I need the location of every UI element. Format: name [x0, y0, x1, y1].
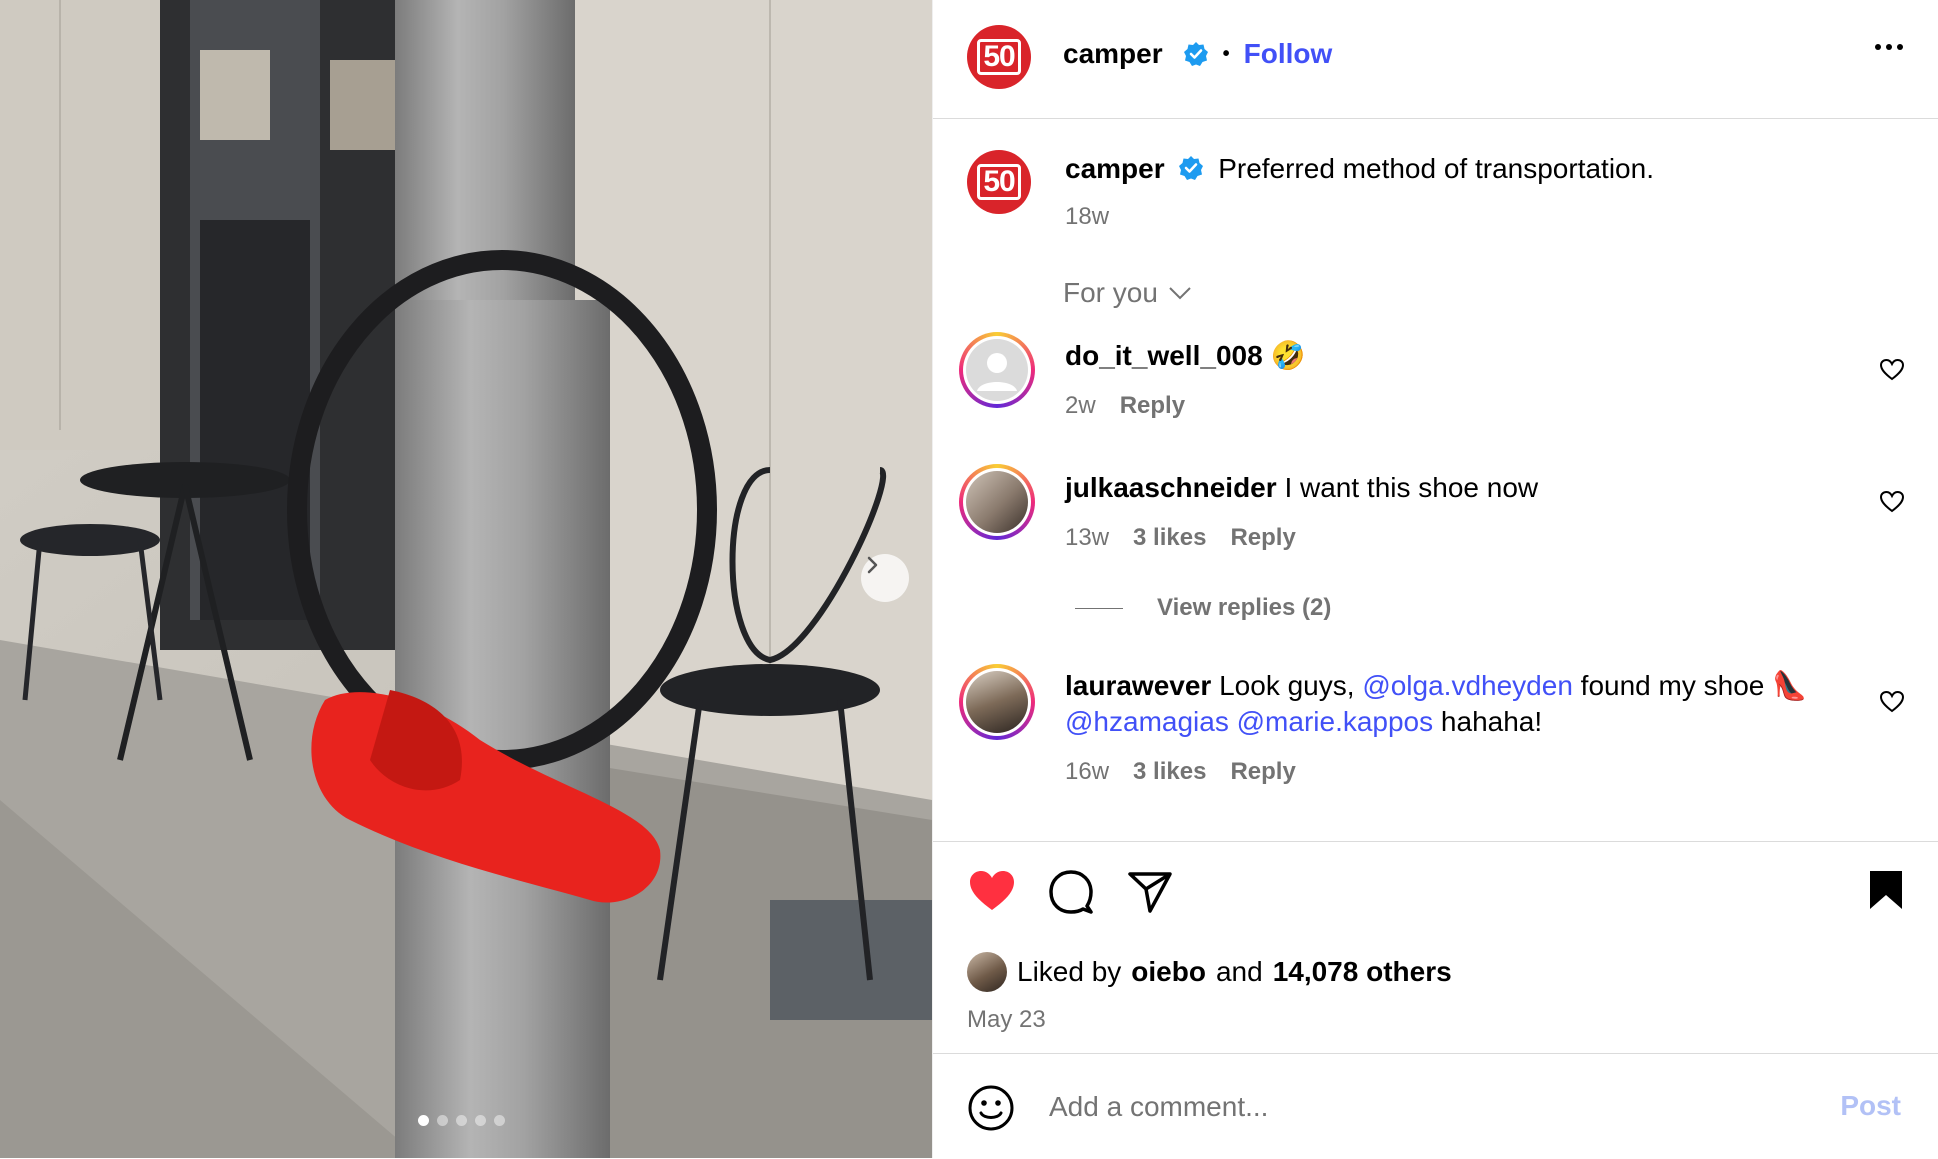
- likes-prefix: Liked by: [1017, 956, 1122, 987]
- reply-button[interactable]: Reply: [1230, 758, 1295, 786]
- add-comment-bar: Post: [933, 1053, 1938, 1159]
- commenter-avatar[interactable]: [959, 332, 1035, 408]
- comment-like-icon[interactable]: [1879, 358, 1905, 382]
- liker-avatar[interactable]: [967, 952, 1007, 992]
- mention-link[interactable]: @olga.vdheyden: [1362, 670, 1573, 701]
- avatar-logo-text: 50: [977, 39, 1021, 75]
- comment-like-icon[interactable]: [1879, 490, 1905, 514]
- save-bookmark-icon[interactable]: [1867, 868, 1905, 912]
- replies-divider: [1075, 607, 1123, 609]
- comment-like-icon[interactable]: [1879, 690, 1905, 714]
- comment-likes-count[interactable]: 3 likes: [1133, 524, 1206, 552]
- post-header: 50 camper • Follow: [933, 0, 1938, 119]
- emoji-icon[interactable]: [967, 1084, 1015, 1132]
- comment-time: 2w: [1065, 392, 1096, 419]
- verified-badge-icon: [1183, 42, 1208, 66]
- carousel-dot: [475, 1115, 486, 1126]
- separator-dot: •: [1222, 42, 1230, 65]
- post-comment-button[interactable]: Post: [1840, 1090, 1901, 1122]
- post-date: May 23: [967, 1006, 1046, 1033]
- comment-sort-dropdown[interactable]: For you: [1063, 277, 1192, 309]
- comment-text: hahaha!: [1440, 706, 1543, 737]
- comment-text: I want this shoe now: [1284, 472, 1539, 503]
- author-avatar[interactable]: 50: [967, 25, 1031, 89]
- view-replies-button[interactable]: View replies (2): [1075, 594, 1331, 622]
- comment-text: Look guys,: [1219, 670, 1355, 701]
- avatar-logo-text: 50: [977, 164, 1021, 200]
- comment-text: 🤣: [1270, 340, 1306, 371]
- carousel-dot: [437, 1115, 448, 1126]
- commenter-avatar[interactable]: [959, 664, 1035, 740]
- likes-middle: and: [1215, 956, 1263, 987]
- mention-link[interactable]: @hzamagias: [1065, 706, 1229, 737]
- comment-text: found my shoe 👠: [1580, 670, 1807, 701]
- sort-label: For you: [1063, 277, 1158, 308]
- carousel-dot: [418, 1115, 429, 1126]
- carousel-dot: [494, 1115, 505, 1126]
- commenter-avatar[interactable]: [959, 464, 1035, 540]
- chevron-right-icon: [867, 556, 878, 574]
- carousel-dot: [456, 1115, 467, 1126]
- comment-username[interactable]: laurawever: [1065, 670, 1211, 701]
- post-actions: Liked by oiebo and 14,078 others May 23: [933, 841, 1938, 1054]
- verified-badge-icon: [1179, 156, 1204, 180]
- more-options-icon[interactable]: [1875, 44, 1903, 50]
- caption-text: Preferred method of transportation.: [1218, 153, 1654, 184]
- comment-meta: 16w 3 likes Reply: [1065, 758, 1296, 786]
- follow-button[interactable]: Follow: [1244, 38, 1333, 70]
- comment-meta: 2w Reply: [1065, 392, 1185, 420]
- carousel-indicator: [418, 1115, 505, 1126]
- default-avatar-icon: [966, 339, 1028, 401]
- mention-link[interactable]: @marie.kappos: [1237, 706, 1434, 737]
- comment-time: 13w: [1065, 524, 1110, 551]
- comment-username[interactable]: julkaaschneider: [1065, 472, 1277, 503]
- share-icon[interactable]: [1127, 870, 1173, 914]
- comment-icon[interactable]: [1047, 868, 1095, 916]
- author-username[interactable]: camper: [1063, 38, 1163, 70]
- comment-likes-count[interactable]: 3 likes: [1133, 758, 1206, 786]
- view-replies-label: View replies (2): [1157, 594, 1332, 621]
- likes-others-count[interactable]: 14,078 others: [1273, 956, 1452, 988]
- chevron-down-icon: [1169, 287, 1191, 300]
- caption-username[interactable]: camper: [1065, 153, 1165, 184]
- caption-author-avatar[interactable]: 50: [967, 150, 1031, 214]
- comment-input[interactable]: [1047, 1086, 1791, 1128]
- photo-illustration: [0, 0, 932, 1158]
- caption: camper Preferred method of transportatio…: [1065, 153, 1654, 185]
- comment-meta: 13w 3 likes Reply: [1065, 524, 1296, 552]
- reply-button[interactable]: Reply: [1230, 524, 1295, 552]
- post-photo: [0, 0, 932, 1158]
- likes-summary: Liked by oiebo and 14,078 others: [967, 952, 1452, 992]
- reply-button[interactable]: Reply: [1120, 392, 1185, 420]
- like-heart-icon[interactable]: [967, 868, 1017, 914]
- comment-time: 16w: [1065, 758, 1110, 785]
- next-photo-button[interactable]: [861, 554, 909, 602]
- liker-username[interactable]: oiebo: [1131, 956, 1206, 988]
- caption-timestamp: 18w: [1065, 203, 1110, 230]
- post-detail-panel: 50 camper • Follow 50 camper Preferred m…: [932, 0, 1938, 1158]
- comment-username[interactable]: do_it_well_008: [1065, 340, 1263, 371]
